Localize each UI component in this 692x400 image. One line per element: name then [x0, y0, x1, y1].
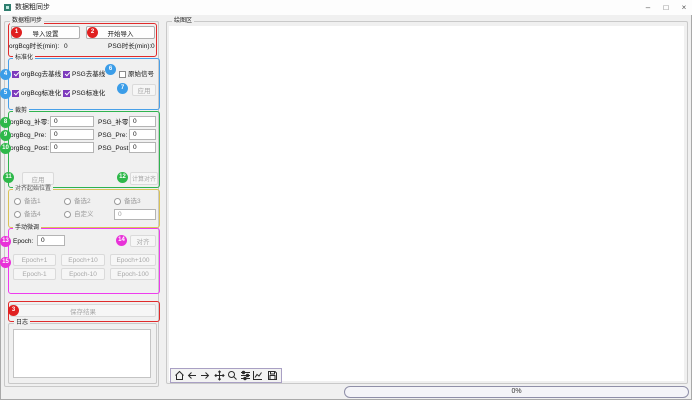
log-group: 日志: [8, 323, 157, 384]
epoch-minus10-button[interactable]: Epoch-10: [61, 268, 105, 280]
orgbcg-pad-label: orgBcg_补零:: [10, 118, 49, 127]
align-custom-label: 自定义: [74, 210, 94, 219]
badge-15: 15: [0, 257, 11, 268]
badge-13: 13: [0, 236, 11, 247]
pan-icon[interactable]: [213, 369, 226, 382]
maximize-button[interactable]: □: [658, 0, 674, 15]
window-title: 数据粗同步: [15, 0, 50, 15]
badge-3: 3: [8, 305, 19, 316]
align-option4-radio[interactable]: [14, 211, 21, 218]
badge-8: 8: [0, 117, 11, 128]
align-option2-radio[interactable]: [64, 198, 71, 205]
psg-post-label: PSG_Post:: [98, 144, 130, 153]
align-option1-label: 备选1: [24, 197, 41, 206]
epoch-plus10-button[interactable]: Epoch+10: [61, 254, 105, 266]
orgbcg-post-label: orgBcg_Post:: [10, 144, 49, 153]
progress-value: 0%: [511, 388, 521, 395]
raw-signal-label: 原始信号: [128, 70, 154, 79]
plot-area-title: 绘图区: [172, 17, 194, 25]
psg-norm-checkbox[interactable]: [63, 90, 70, 97]
psg-pre-input[interactable]: [129, 129, 156, 140]
badge-10: 10: [0, 143, 11, 154]
psg-pad-input[interactable]: [129, 116, 156, 127]
orgbcg-pad-input[interactable]: [50, 116, 94, 127]
epoch-minus100-button[interactable]: Epoch-100: [110, 268, 156, 280]
badge-7: 7: [117, 83, 128, 94]
subplots-icon[interactable]: [239, 369, 252, 382]
back-arrow-icon[interactable]: [186, 369, 199, 382]
zoom-icon[interactable]: [226, 369, 239, 382]
plot-area-group: 绘图区: [166, 21, 688, 384]
crop-apply-button[interactable]: 应用: [22, 172, 54, 185]
app-icon: [4, 4, 11, 11]
badge-14: 14: [116, 235, 127, 246]
orgbcg-pre-label: orgBcg_Pre:: [10, 131, 46, 140]
orgbcg-duration-label: orgBcg时长(min):: [9, 42, 59, 51]
log-title: 日志: [14, 319, 30, 327]
badge-1: 1: [11, 27, 22, 38]
badge-2: 2: [87, 27, 98, 38]
finetune-align-button[interactable]: 对齐: [130, 235, 156, 247]
orgbcg-post-input[interactable]: [50, 142, 94, 153]
align-custom-radio[interactable]: [64, 211, 71, 218]
badge-12: 12: [117, 172, 128, 183]
plot-canvas[interactable]: [169, 26, 684, 381]
customize-chart-icon[interactable]: [252, 369, 265, 382]
save-results-button[interactable]: 保存结果: [10, 304, 156, 317]
app-window: 数据粗同步 – □ × 数据粗同步 导入设置 开始导入 1 2 orgBcg时长…: [0, 0, 692, 400]
crop-title: 裁剪: [13, 107, 29, 115]
psg-pad-label: PSG_补零:: [98, 118, 130, 127]
align-option3-label: 备选3: [124, 197, 141, 206]
normalize-title: 标准化: [13, 54, 35, 62]
orgbcg-detrend-label: orgBcg去基线: [21, 70, 61, 79]
align-start-title: 对齐起始位置: [13, 185, 53, 193]
align-option1-radio[interactable]: [14, 198, 21, 205]
left-panel-title: 数据粗同步: [10, 17, 44, 25]
psg-duration-value: 0: [151, 42, 155, 51]
align-custom-input[interactable]: [114, 209, 156, 220]
log-textarea[interactable]: [13, 329, 151, 378]
psg-pre-label: PSG_Pre:: [98, 131, 127, 140]
epoch-input[interactable]: [37, 235, 65, 246]
forward-arrow-icon[interactable]: [199, 369, 212, 382]
minimize-button[interactable]: –: [640, 0, 656, 15]
finetune-title: 手动微调: [13, 224, 41, 232]
align-option3-radio[interactable]: [114, 198, 121, 205]
badge-9: 9: [0, 130, 11, 141]
orgbcg-norm-checkbox[interactable]: [12, 90, 19, 97]
align-option2-label: 备选2: [74, 197, 91, 206]
progress-bar: 0%: [344, 386, 689, 398]
psg-detrend-label: PSG去基线: [72, 70, 105, 79]
normalize-apply-button[interactable]: 应用: [132, 84, 156, 96]
badge-5: 5: [0, 88, 11, 99]
home-icon[interactable]: [173, 369, 186, 382]
epoch-plus1-button[interactable]: Epoch+1: [13, 254, 56, 266]
save-figure-icon[interactable]: [266, 369, 279, 382]
badge-6: 6: [105, 64, 116, 75]
epoch-minus1-button[interactable]: Epoch-1: [13, 268, 56, 280]
epoch-plus100-button[interactable]: Epoch+100: [110, 254, 156, 266]
psg-post-input[interactable]: [129, 142, 156, 153]
close-button[interactable]: ×: [676, 0, 692, 15]
orgbcg-duration-value: 0: [64, 42, 68, 51]
align-option4-label: 备选4: [24, 210, 41, 219]
psg-detrend-checkbox[interactable]: [63, 71, 70, 78]
calc-align-button[interactable]: 计算对齐: [130, 172, 158, 185]
left-panel-group: 数据粗同步 导入设置 开始导入 1 2 orgBcg时长(min): 0 PSG…: [4, 21, 159, 387]
badge-11: 11: [3, 172, 14, 183]
psg-norm-label: PSG标准化: [72, 89, 105, 98]
badge-4: 4: [0, 69, 11, 80]
orgbcg-detrend-checkbox[interactable]: [12, 71, 19, 78]
orgbcg-norm-label: orgBcg标准化: [21, 89, 61, 98]
plot-toolbar: [170, 368, 282, 383]
orgbcg-pre-input[interactable]: [50, 129, 94, 140]
raw-signal-checkbox[interactable]: [119, 71, 126, 78]
epoch-label: Epoch:: [13, 237, 33, 246]
title-bar: 数据粗同步 – □ ×: [0, 0, 692, 15]
psg-duration-label: PSG时长(min):: [108, 42, 151, 51]
